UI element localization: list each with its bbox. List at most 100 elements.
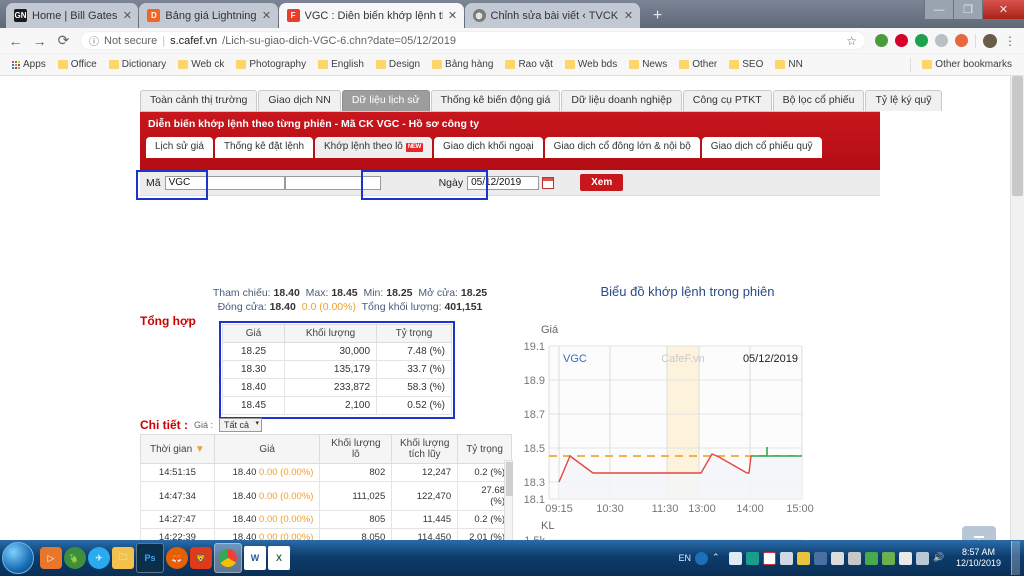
v-icon[interactable]: [762, 551, 776, 565]
bookmark-item[interactable]: Office: [53, 58, 102, 71]
bookmark-apps[interactable]: Apps: [7, 58, 51, 71]
sort-desc-icon[interactable]: ▼: [195, 444, 205, 455]
explorer-icon[interactable]: 🗀: [112, 547, 134, 569]
extension-drive-icon[interactable]: [935, 34, 948, 47]
code-input[interactable]: VGC: [164, 175, 285, 190]
bookmark-item[interactable]: NN: [770, 58, 807, 71]
reload-icon[interactable]: ⟳: [56, 32, 71, 49]
extension-grammarly-icon[interactable]: [915, 34, 928, 47]
bookmark-item[interactable]: Dictionary: [104, 58, 171, 71]
detail-scrollbar-thumb[interactable]: [506, 462, 513, 496]
help-icon[interactable]: [694, 551, 708, 565]
firefox-icon[interactable]: 🦊: [166, 547, 188, 569]
nav-tab-toan-canh[interactable]: Toàn cảnh thị trường: [140, 90, 258, 111]
excel-icon[interactable]: X: [268, 546, 290, 570]
profile-avatar[interactable]: [983, 33, 997, 48]
min-value: 18.25: [386, 287, 413, 299]
media-player-icon[interactable]: ▷: [40, 547, 62, 569]
keyboard-icon[interactable]: [830, 551, 844, 565]
start-button[interactable]: [2, 542, 34, 574]
nav-tab-thong-ke-bien-dong-gia[interactable]: Thống kê biến động giá: [430, 90, 561, 111]
subtab-giao-dich-co-phieu-quy[interactable]: Giao dịch cổ phiếu quỹ: [701, 137, 822, 158]
clock[interactable]: 8:57 AM 12/10/2019: [950, 547, 1007, 569]
detail-col-thoi-gian[interactable]: Thời gian ▼: [140, 434, 215, 464]
battery-icon[interactable]: [881, 551, 895, 565]
parrot-icon[interactable]: 🦜: [64, 547, 86, 569]
nav-tab-ty-le-ky-quy[interactable]: Tỷ lệ ký quỹ: [865, 90, 942, 111]
summary-volume: 135,179: [283, 360, 378, 379]
chrome-menu-icon[interactable]: ⋮: [1004, 35, 1016, 47]
date-input[interactable]: 05/12/2019: [467, 175, 540, 190]
chrome-icon[interactable]: [214, 543, 242, 573]
show-desktop-button[interactable]: [1011, 541, 1020, 575]
bookmark-item[interactable]: Rao vặt: [500, 58, 557, 71]
warning-icon[interactable]: [796, 551, 810, 565]
subtab-thong-ke-dat-lenh[interactable]: Thống kê đặt lệnh: [214, 137, 314, 158]
bookmark-item[interactable]: Bảng hàng: [427, 58, 498, 71]
subtab-khop-lenh-theo-lo[interactable]: Khớp lệnh theo lô NEW: [315, 137, 432, 158]
browser-tab-4[interactable]: ◍ Chỉnh sửa bài viết ‹ TVCK — Wor ✕: [464, 3, 640, 28]
bookmark-item[interactable]: SEO: [724, 58, 768, 71]
bookmark-item[interactable]: Other: [674, 58, 722, 71]
close-window-button[interactable]: ✕: [982, 0, 1024, 19]
extension-seo-icon[interactable]: [955, 34, 968, 47]
photoshop-icon[interactable]: Ps: [136, 543, 164, 573]
tab-close-icon[interactable]: ✕: [448, 9, 458, 22]
maximize-button[interactable]: ❐: [953, 0, 982, 19]
sync-icon[interactable]: [864, 551, 878, 565]
clipboard-icon[interactable]: [898, 551, 912, 565]
language-indicator[interactable]: EN: [678, 553, 691, 563]
bookmark-item[interactable]: Web bds: [560, 58, 622, 71]
bookmark-item[interactable]: News: [624, 58, 672, 71]
browser-tab-2[interactable]: D Bảng giá Lightning ✕: [139, 3, 278, 28]
other-bookmarks-button[interactable]: Other bookmarks: [917, 58, 1017, 71]
fx-icon[interactable]: [745, 551, 759, 565]
word-icon[interactable]: W: [244, 546, 266, 570]
bookmark-star-icon[interactable]: ☆: [846, 34, 857, 48]
nav-tab-du-lieu-lich-su[interactable]: Dữ liệu lịch sử: [341, 90, 430, 111]
mail-icon[interactable]: [728, 551, 742, 565]
tab-close-icon[interactable]: ✕: [262, 9, 272, 22]
nav-tab-du-lieu-doanh-nghiep[interactable]: Dữ liệu doanh nghiệp: [561, 90, 682, 111]
back-icon[interactable]: ←: [8, 33, 23, 49]
browser-tab-3-active[interactable]: F VGC : Diễn biến khớp lệnh theo t ✕: [278, 3, 464, 28]
antivirus-icon[interactable]: [779, 551, 793, 565]
nav-tab-giao-dich-nn[interactable]: Giao dịch NN: [258, 90, 341, 111]
code-suggest-input[interactable]: [284, 175, 381, 190]
bookmark-item[interactable]: Photography: [231, 58, 311, 71]
bookmark-item[interactable]: Design: [371, 58, 425, 71]
tab-close-icon[interactable]: ✕: [624, 9, 634, 22]
volume-icon[interactable]: 🔊: [933, 552, 946, 565]
subtab-giao-dich-khoi-ngoai[interactable]: Giao dịch khối ngoại: [433, 137, 543, 158]
extension-globe-icon[interactable]: [875, 34, 888, 47]
max-label: Max:: [305, 287, 329, 299]
bookmark-item[interactable]: English: [313, 58, 369, 71]
new-tab-button[interactable]: +: [645, 5, 671, 27]
address-bar[interactable]: ⓘ Not secure | s.cafef.vn/Lich-su-giao-d…: [80, 31, 866, 50]
tab-close-icon[interactable]: ✕: [122, 9, 132, 22]
info-circle-icon[interactable]: ⓘ: [89, 33, 99, 48]
usb-icon[interactable]: [915, 551, 929, 565]
brave-icon[interactable]: 🦁: [190, 547, 212, 569]
network-icon[interactable]: [847, 551, 861, 565]
summary-price: 18.25: [222, 342, 285, 361]
extension-pinterest-icon[interactable]: [895, 34, 908, 47]
subtab-lich-su-gia[interactable]: Lịch sử giá: [146, 137, 213, 158]
nav-tab-cong-cu-ptkt[interactable]: Công cụ PTKT: [682, 90, 772, 111]
price-filter-select[interactable]: Tất cả: [219, 418, 263, 432]
minimize-button[interactable]: —: [924, 0, 953, 19]
display-icon[interactable]: [813, 551, 827, 565]
bookmark-item[interactable]: Web ck: [173, 58, 229, 71]
detail-scrollbar[interactable]: [504, 460, 513, 548]
forward-icon[interactable]: →: [32, 33, 47, 49]
subtab-giao-dich-co-dong-lon[interactable]: Giao dịch cổ đông lớn & nội bộ: [544, 137, 700, 158]
page-scrollbar[interactable]: [1010, 76, 1024, 548]
calendar-icon[interactable]: [542, 176, 555, 189]
view-button[interactable]: Xem: [580, 174, 624, 191]
tray-expand-icon[interactable]: ⌃: [712, 552, 725, 565]
table-row: 18.30 135,179 33.7 (%): [222, 360, 452, 379]
nav-tab-bo-loc-co-phieu[interactable]: Bộ lọc cổ phiếu: [772, 90, 865, 111]
telegram-icon[interactable]: ✈: [88, 547, 110, 569]
page-scrollbar-thumb[interactable]: [1012, 76, 1023, 196]
browser-tab-1[interactable]: GN Home | Bill Gates ✕: [6, 3, 139, 28]
